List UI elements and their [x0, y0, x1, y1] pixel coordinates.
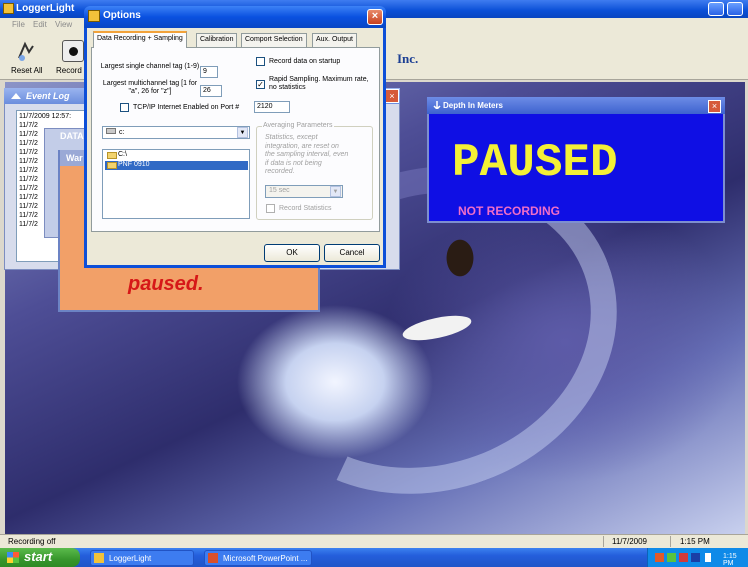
- record-startup-checkbox[interactable]: [256, 57, 265, 66]
- tcp-port-input[interactable]: 2120: [254, 101, 290, 113]
- drive-icon: [106, 128, 116, 134]
- folder-item-root[interactable]: C:\: [105, 151, 165, 160]
- tab-data-recording[interactable]: Data Recording + Sampling: [93, 31, 187, 48]
- taskbar-item-loggerlight[interactable]: LoggerLight: [90, 550, 194, 566]
- interval-chevron-icon[interactable]: ▼: [330, 186, 341, 197]
- drive-select[interactable]: c:: [102, 126, 250, 139]
- averaging-note: Statistics, except integration, are rese…: [265, 134, 349, 175]
- folder-item-pnf[interactable]: PNF 0910: [105, 161, 248, 170]
- list-item: 11/7/2: [19, 194, 38, 201]
- largest-single-label: Largest single channel tag (1-9): [100, 63, 200, 70]
- rapid-sampling-checkbox[interactable]: ✓: [256, 80, 265, 89]
- folder-icon: [107, 162, 117, 169]
- rapid-sampling-label: Rapid Sampling. Maximum rate, no statist…: [269, 76, 369, 91]
- taskbar-item-powerpoint[interactable]: Microsoft PowerPoint ...: [204, 550, 312, 566]
- list-item: 11/7/2: [19, 167, 38, 174]
- averaging-title: Averaging Parameters: [262, 122, 334, 129]
- largest-multi-input[interactable]: 26: [200, 85, 222, 97]
- tab-aux-output[interactable]: Aux. Output: [312, 33, 357, 47]
- minimize-button[interactable]: [708, 2, 724, 16]
- options-close-button[interactable]: ×: [367, 9, 383, 25]
- list-item: 11/7/2: [19, 149, 38, 156]
- status-date: 11/7/2009: [612, 537, 647, 546]
- cancel-button[interactable]: Cancel: [324, 244, 380, 262]
- event-log-title: Event Log: [26, 91, 70, 101]
- depth-close-button[interactable]: ×: [708, 100, 721, 113]
- status-divider: [670, 536, 671, 547]
- options-title: Options: [103, 10, 141, 21]
- tcp-label: TCP/IP Internet Enabled on Port #: [133, 104, 240, 111]
- list-item: 11/7/2: [19, 158, 38, 165]
- record-button[interactable]: [62, 40, 84, 62]
- status-recording: Recording off: [8, 537, 56, 546]
- maximize-button[interactable]: [727, 2, 743, 16]
- app-icon: [3, 3, 14, 14]
- ok-button[interactable]: OK: [264, 244, 320, 262]
- record-label: Record: [56, 66, 82, 75]
- warning-paused-text: paused.: [128, 273, 204, 295]
- list-item: 11/7/2: [19, 221, 38, 228]
- chevron-down-icon[interactable]: ▼: [237, 127, 248, 138]
- tab-calibration[interactable]: Calibration: [196, 33, 238, 47]
- event-log-icon: [11, 93, 21, 99]
- record-startup-label: Record data on startup: [269, 58, 341, 65]
- tcp-checkbox[interactable]: [120, 103, 129, 112]
- tray-icon[interactable]: [655, 553, 664, 562]
- menu-file[interactable]: File: [12, 20, 25, 29]
- depth-window-title: Depth In Meters: [443, 101, 504, 110]
- tray-clock: 1:15 PM: [723, 553, 737, 567]
- warning-window-title: War: [66, 153, 83, 163]
- list-item: 11/7/2: [19, 185, 38, 192]
- depth-status-text: NOT RECORDING: [458, 204, 560, 218]
- volume-icon[interactable]: [705, 553, 711, 562]
- tray-icon[interactable]: [667, 553, 676, 562]
- list-item: 11/7/2: [19, 131, 38, 138]
- powerpoint-icon: [208, 553, 218, 563]
- largest-multi-label: Largest multichannel tag [1 for "a", 26 …: [102, 80, 198, 95]
- list-item: 11/7/2: [19, 212, 38, 219]
- status-divider: [603, 536, 604, 547]
- loggerlight-icon: [94, 553, 104, 563]
- record-statistics-label: Record Statistics: [279, 205, 332, 212]
- record-icon: [68, 47, 78, 56]
- depth-state-text: PAUSED: [452, 137, 618, 189]
- tray-icon[interactable]: [691, 553, 700, 562]
- list-item: 11/7/2: [19, 203, 38, 210]
- surfer-figure: [420, 228, 500, 323]
- list-item: 11/7/2009 12:57:: [19, 113, 72, 120]
- data-window-title: DATA: [60, 131, 84, 141]
- list-item: 11/7/2: [19, 140, 38, 147]
- depth-icon: [433, 101, 441, 109]
- reset-all-button[interactable]: Reset All: [11, 66, 43, 75]
- main-window-title: LoggerLight: [16, 3, 75, 14]
- status-time: 1:15 PM: [680, 537, 710, 546]
- windows-logo-icon: [7, 552, 19, 563]
- list-item: 11/7/2: [19, 122, 38, 129]
- event-log-close-button[interactable]: ×: [385, 89, 399, 103]
- list-item: 11/7/2: [19, 176, 38, 183]
- menu-edit[interactable]: Edit: [33, 20, 47, 29]
- menu-view[interactable]: View: [55, 20, 72, 29]
- record-statistics-checkbox[interactable]: [266, 204, 275, 213]
- tab-comport-selection[interactable]: Comport Selection: [241, 33, 307, 47]
- options-icon: [88, 10, 100, 22]
- drive-value: c:: [119, 129, 125, 136]
- reset-all-icon: [18, 41, 34, 61]
- tray-icon[interactable]: [679, 553, 688, 562]
- largest-single-input[interactable]: 9: [200, 66, 218, 78]
- company-name: Inc.: [397, 51, 419, 66]
